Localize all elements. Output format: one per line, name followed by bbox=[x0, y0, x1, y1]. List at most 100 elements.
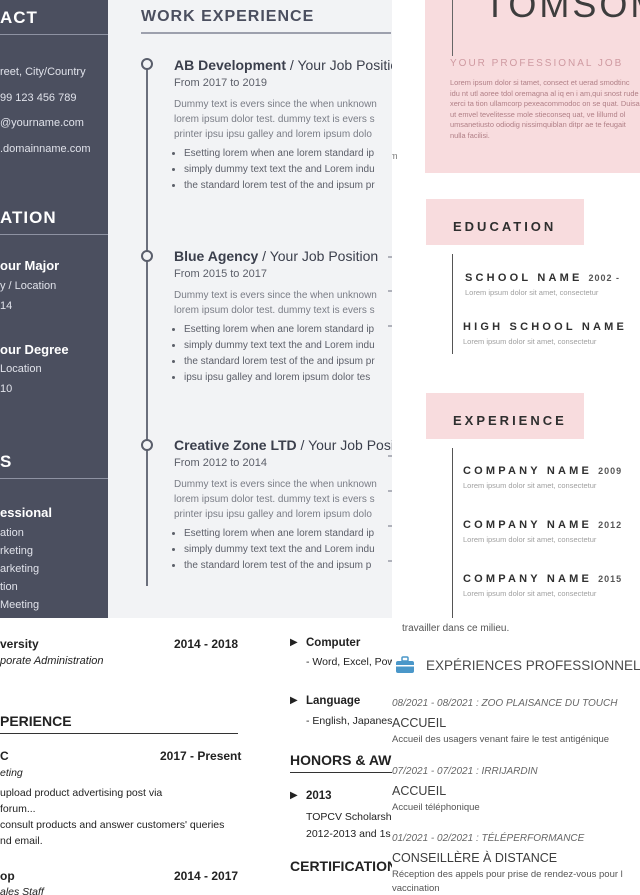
company-name: op bbox=[0, 869, 15, 883]
education-item: HIGH SCHOOL NAME Lorem ipsum dolor sit a… bbox=[463, 317, 633, 346]
job-bullet: Esetting lorem when ane lorem standard i… bbox=[184, 322, 392, 338]
job-position: / Your Job Position bbox=[289, 57, 392, 73]
education-heading: ATION bbox=[0, 208, 57, 227]
job-position: / Your Job Position bbox=[258, 248, 379, 264]
divider bbox=[0, 733, 238, 734]
skill-detail: - Word, Excel, Pow bbox=[306, 656, 392, 668]
entry-role: ACCUEIL bbox=[392, 784, 447, 798]
experience-heading: EXPERIENCE bbox=[453, 413, 567, 428]
resume-sidebar: ACT reet, City/Country 99 123 456 789 @y… bbox=[0, 0, 108, 618]
divider bbox=[141, 32, 391, 34]
school-name: versity bbox=[0, 637, 39, 651]
job-bullet: Esetting lorem when ane lorem standard i… bbox=[184, 526, 392, 542]
honor-detail: 2012-2013 and 1s bbox=[306, 828, 391, 840]
experience-item: COMPANY NAME 2009 Lorem ipsum dolor sit a… bbox=[463, 461, 622, 490]
intro-text: travailler dans ce milieu. bbox=[402, 623, 510, 634]
school-years: 2014 - 2018 bbox=[174, 637, 239, 651]
timeline-dot bbox=[141, 58, 153, 70]
job-description-line: Dummy text is evers since the when unkno… bbox=[174, 479, 377, 490]
skill-item: tion bbox=[0, 581, 18, 593]
school-description: Lorem ipsum dolor sit amet, consectetur bbox=[463, 337, 597, 346]
website-text: .domainname.com bbox=[0, 143, 91, 155]
job-bullet: ipsu ipsu galley and lorem ipsum dolor t… bbox=[184, 370, 392, 386]
divider bbox=[0, 478, 108, 479]
degree-title: our Degree bbox=[0, 342, 69, 357]
job-bullet: simply dummy text text the and Lorem ind… bbox=[184, 162, 392, 178]
certifications-heading: CERTIFICATIONS bbox=[290, 858, 392, 874]
job-dates: From 2012 to 2014 bbox=[174, 457, 267, 469]
experience-section-header: EXPERIENCE bbox=[426, 393, 584, 439]
job-description-line: consult products and answer customers' q… bbox=[0, 819, 225, 831]
skill-item: Meeting bbox=[0, 599, 40, 611]
skill-item: arketing bbox=[0, 563, 40, 575]
company-name: AB Development bbox=[174, 57, 287, 73]
entry-description: Accueil des usagers venant faire le test… bbox=[392, 734, 610, 745]
school-name: SCHOOL NAME bbox=[465, 272, 583, 284]
phone-text: 99 123 456 789 bbox=[0, 92, 77, 104]
job-position: / Your Job Positi bbox=[296, 437, 392, 453]
resume-panel-bottom-left: versity 2014 - 2018 porate Administratio… bbox=[0, 618, 392, 895]
job-description-line: nd email. bbox=[0, 835, 43, 847]
company-description: Lorem ipsum dolor sit amet, consectetur bbox=[463, 589, 597, 598]
education-item: SCHOOL NAME 2002 - Lorem ipsum dolor sit … bbox=[465, 268, 620, 297]
job-entry: AB Development / Your Job Position From … bbox=[174, 57, 392, 194]
company-year: 2009 bbox=[598, 466, 623, 476]
entry-date: 01/2021 - 02/2021 : TÉLÉPERFORMANCE bbox=[392, 833, 585, 844]
arrow-right-icon: ▶ bbox=[290, 695, 298, 706]
job-description-line: printer ipsu ipsu galley and lorem ipsum… bbox=[174, 509, 372, 520]
job-bullet: simply dummy text text the and Lorem ind… bbox=[184, 338, 392, 354]
school-description: Lorem ipsum dolor sit amet, consectetur bbox=[465, 288, 599, 297]
entry-description: Accueil téléphonique bbox=[392, 802, 480, 813]
entry-description: Réception des appels pour prise de rende… bbox=[392, 869, 623, 880]
company-description: Lorem ipsum dolor sit amet, consectetur bbox=[463, 535, 597, 544]
job-description-line: printer ipsu ipsu galley and lorem ipsum… bbox=[174, 129, 372, 140]
contact-heading: ACT bbox=[0, 8, 38, 27]
major-location: y / Location bbox=[0, 280, 57, 292]
resume-panel-french: travailler dans ce milieu. EXPÉRIENCES P… bbox=[392, 618, 640, 895]
entry-role: ACCUEIL bbox=[392, 716, 447, 730]
entry-date: 07/2021 - 07/2021 : IRRIJARDIN bbox=[392, 766, 538, 777]
timeline-dot bbox=[141, 439, 153, 451]
job-role: eting bbox=[0, 767, 23, 779]
candidate-name: TOMSOM bbox=[484, 0, 640, 25]
company-name: COMPANY NAME bbox=[463, 573, 593, 585]
major-title: our Major bbox=[0, 258, 60, 273]
address-text: reet, City/Country bbox=[0, 66, 86, 78]
job-bullet: Esetting lorem when ane lorem standard i… bbox=[184, 146, 392, 162]
work-experience-heading: WORK EXPERIENCE bbox=[141, 8, 315, 25]
job-bullet: the standard lorem test of the and ipsum… bbox=[184, 354, 392, 370]
divider bbox=[290, 772, 392, 773]
job-years: 2014 - 2017 bbox=[174, 869, 239, 883]
honors-heading: HONORS & AW bbox=[290, 752, 392, 768]
skill-group-title: essional bbox=[0, 505, 53, 520]
divider bbox=[0, 34, 108, 35]
job-description-line: Dummy text is evers since the when unkno… bbox=[174, 290, 377, 301]
section-line bbox=[452, 254, 453, 354]
honor-detail: TOPCV Scholarsh bbox=[306, 811, 392, 823]
profile-summary: Lorem ipsum dolor si tamet, consect et u… bbox=[450, 78, 640, 140]
skill-item: ation bbox=[0, 527, 24, 539]
job-description-line: lorem ipsum dolor test. dummy text is ev… bbox=[174, 494, 375, 505]
company-name: COMPANY NAME bbox=[463, 465, 593, 477]
skill-item: rketing bbox=[0, 545, 34, 557]
job-dates: From 2017 to 2019 bbox=[174, 77, 267, 89]
company-name: Creative Zone LTD bbox=[174, 437, 297, 453]
experience-heading: PERIENCE bbox=[0, 713, 72, 729]
job-years: 2017 - Present bbox=[160, 749, 242, 763]
school-program: porate Administration bbox=[0, 655, 104, 667]
job-dates: From 2015 to 2017 bbox=[174, 268, 267, 280]
school-name: HIGH SCHOOL NAME bbox=[463, 321, 628, 333]
job-bullet: the standard lorem test of the and ipsum… bbox=[184, 558, 392, 574]
email-text: @yourname.com bbox=[0, 117, 84, 129]
job-description-line: lorem ipsum dolor test. dummy text is ev… bbox=[174, 305, 375, 316]
header-line bbox=[452, 0, 453, 56]
arrow-right-icon: ▶ bbox=[290, 637, 298, 648]
honor-year: 2013 bbox=[306, 790, 332, 802]
job-entry: Creative Zone LTD / Your Job Positi From… bbox=[174, 437, 392, 574]
section-line bbox=[452, 448, 453, 618]
degree-location: Location bbox=[0, 363, 42, 375]
skill-detail: - English, Japanes bbox=[306, 715, 392, 727]
job-description-line: lorem ipsum dolor test. dummy text is ev… bbox=[174, 114, 375, 125]
job-description-line: Dummy text is evers since the when unkno… bbox=[174, 99, 377, 110]
resume-panel-pink: m TOMSOM YOUR PROFESSIONAL JOB Lorem ips… bbox=[392, 0, 640, 618]
